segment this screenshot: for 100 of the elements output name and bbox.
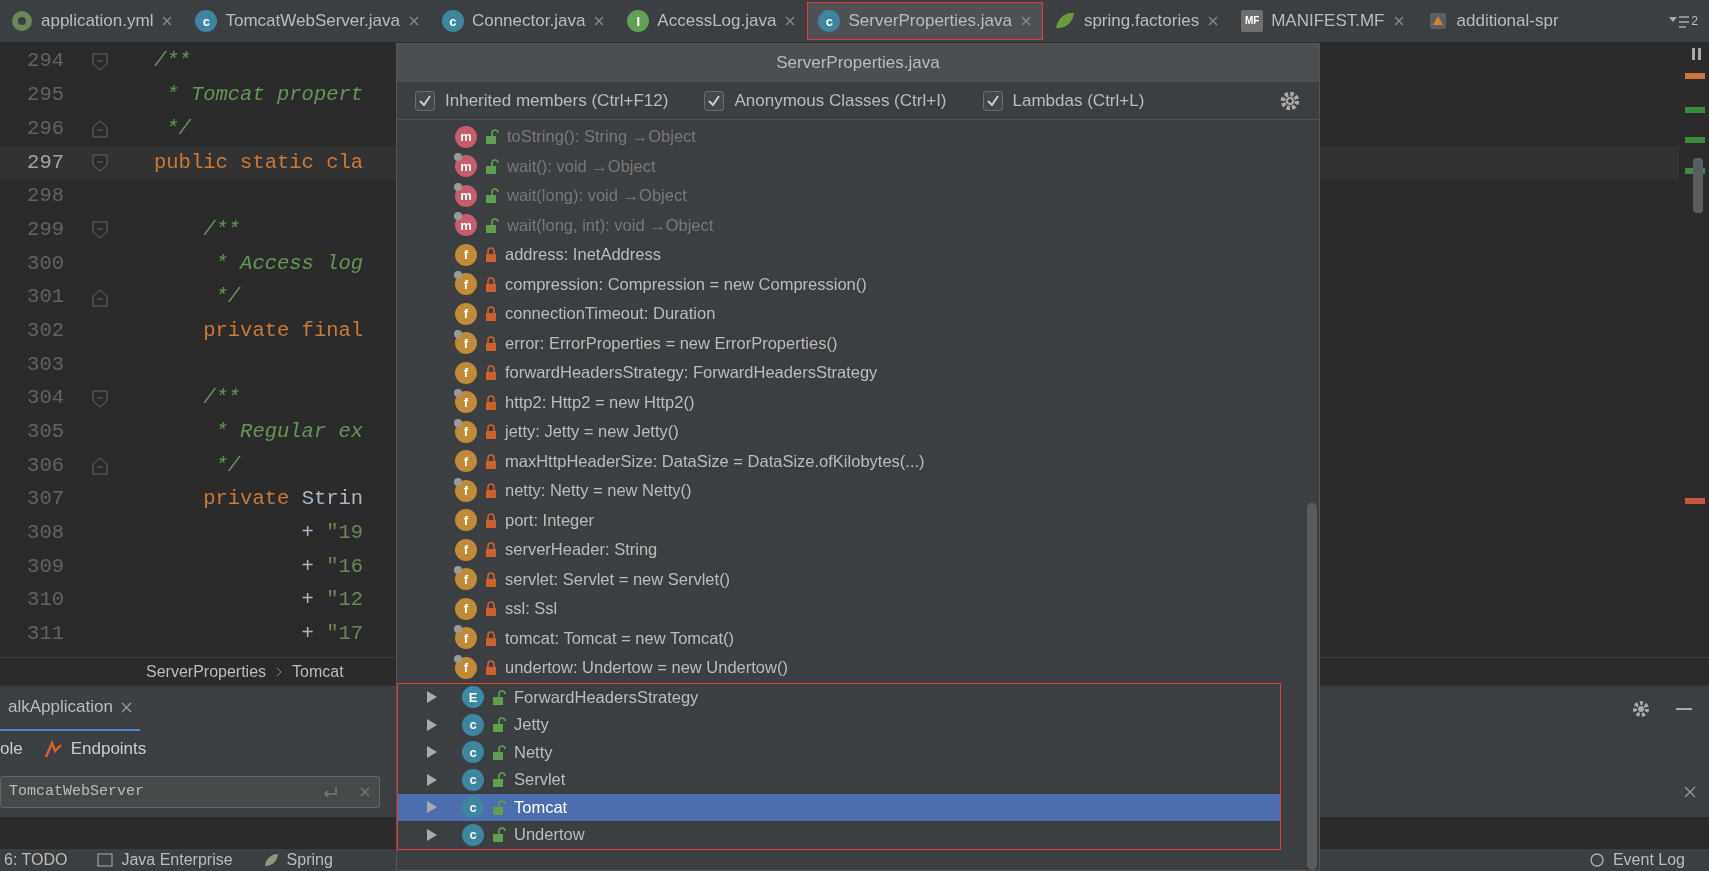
close-icon[interactable] [784,15,797,27]
member-name[interactable]: netty: Netty = new Netty() [505,478,692,504]
tool-window-button[interactable]: Java Enterprise [97,852,233,868]
caret-right-icon[interactable] [426,691,438,704]
line-number: 296 [26,115,65,142]
settings-icon[interactable] [1279,89,1301,112]
fold-icon[interactable] [90,387,110,410]
tool-window-button[interactable]: Spring [262,852,333,868]
breadcrumb-item[interactable]: ServerProperties [146,659,267,684]
fold-icon[interactable] [90,118,110,141]
member-name[interactable]: compression: Compression = new Compression() [505,271,867,297]
breadcrumb-item[interactable]: Tomcat [292,659,344,684]
caret-right-icon[interactable] [426,718,438,731]
tool-window-button[interactable]: 6: TODO [4,852,68,868]
checkbox[interactable] [704,90,725,111]
class-name[interactable]: Jetty [514,712,549,738]
close-icon[interactable] [593,15,606,27]
member-name[interactable]: address: InetAddress [505,242,661,268]
close-icon[interactable] [1019,15,1032,27]
code-text: * Access log [214,251,364,275]
fold-icon[interactable] [90,151,110,174]
close-icon[interactable] [1207,15,1220,27]
editor-tab[interactable]: c Connector.java [430,2,617,40]
member-name[interactable]: serverHeader: String [505,537,658,563]
class-icon: c [195,10,218,32]
line-number: 305 [26,419,65,446]
settings-icon[interactable] [1631,698,1651,719]
class-name[interactable]: Undertow [514,822,585,848]
member-name[interactable]: forwardHeadersStrategy: ForwardHeadersStrategy [505,360,878,386]
panel-tab[interactable]: ole [0,736,23,762]
close-icon[interactable] [120,701,132,713]
bubble-icon [1588,852,1605,868]
field-icon: f [455,568,477,591]
line-number: 302 [26,317,65,344]
class-name[interactable]: Servlet [514,767,566,793]
close-icon[interactable] [407,15,420,27]
code-text: "17 [326,622,364,646]
editor-tab[interactable]: c TomcatWebServer.java [184,2,431,40]
editor-tab[interactable]: c ServerProperties.java [807,2,1043,40]
pause-icon[interactable] [1692,48,1701,60]
checkbox-label[interactable]: Anonymous Classes (Ctrl+I) [734,87,947,114]
editor-tab[interactable]: additional-spr [1415,2,1570,40]
caret-right-icon[interactable] [426,828,438,841]
member-name[interactable]: tomcat: Tomcat = new Tomcat() [505,625,735,651]
line-number: 306 [26,452,65,479]
line-number: 300 [26,250,65,277]
member-name[interactable]: error: ErrorProperties = new ErrorProperties() [505,330,838,356]
editor-tab[interactable]: application.yml [0,2,185,40]
member-name[interactable]: port: Integer [505,507,594,533]
editor-tab[interactable]: spring.factories [1042,2,1231,40]
list-icon [1669,13,1690,29]
scrollbar-thumb[interactable] [1307,503,1317,870]
code-text: + [300,554,315,578]
editor-tab[interactable]: MF MANIFEST.MF [1230,2,1416,40]
method-icon: m [455,214,477,237]
file-icon: MF [1241,10,1264,32]
checkbox[interactable] [982,90,1003,111]
class-icon: c [441,10,464,32]
clear-icon[interactable] [359,786,371,798]
class-name[interactable]: Tomcat [514,794,568,820]
class-name[interactable]: ForwardHeadersStrategy [514,684,699,710]
close-icon[interactable] [1392,15,1405,27]
code-text: /** [202,386,241,410]
search-field[interactable]: TomcatWebServer [0,776,380,808]
member-name[interactable]: connectionTimeout: Duration [505,301,716,327]
member-name[interactable]: http2: Http2 = new Http2() [505,389,695,415]
member-name[interactable]: undertow: Undertow = new Undertow() [505,655,788,681]
checkbox-label[interactable]: Lambdas (Ctrl+L) [1012,87,1145,114]
member-name[interactable]: ssl: Ssl [505,596,558,622]
caret-right-icon[interactable] [426,801,438,814]
unlocked-icon [492,827,506,843]
event-log-button[interactable]: Event Log [1588,852,1685,868]
line-number: 297 [26,149,65,176]
tab-overflow-button[interactable]: 2 [1658,2,1709,40]
panel-tab[interactable]: Endpoints [42,736,147,762]
close-icon[interactable] [1683,785,1697,799]
scrollbar-thumb[interactable] [1693,158,1703,213]
line-number: 308 [26,520,65,547]
close-icon[interactable] [161,15,174,27]
member-name[interactable]: maxHttpHeaderSize: DataSize = DataSize.ofKilobytes(...) [505,448,925,474]
fold-icon[interactable] [90,50,110,73]
checkbox-label[interactable]: Inherited members (Ctrl+F12) [445,87,669,114]
editor-tab[interactable]: I AccessLog.java [616,2,808,40]
caret-right-icon[interactable] [426,746,438,759]
unlocked-icon [492,744,506,760]
caret-right-icon[interactable] [426,773,438,786]
code-text: Strin [301,487,364,511]
enter-icon[interactable] [321,784,339,800]
selected-row[interactable]: c Tomcat [398,793,1280,821]
code-text: */ [214,453,241,477]
class-name[interactable]: Netty [514,739,553,765]
endpoints-icon [42,739,63,759]
field-icon: f [455,538,477,561]
field-icon: f [455,627,477,650]
fold-icon[interactable] [90,455,110,478]
checkbox[interactable] [415,90,435,111]
code-text: + [300,521,315,545]
member-name[interactable]: servlet: Servlet = new Servlet() [505,566,731,592]
member-name[interactable]: jetty: Jetty = new Jetty() [505,419,679,445]
error-stripe-mark [1685,498,1705,504]
